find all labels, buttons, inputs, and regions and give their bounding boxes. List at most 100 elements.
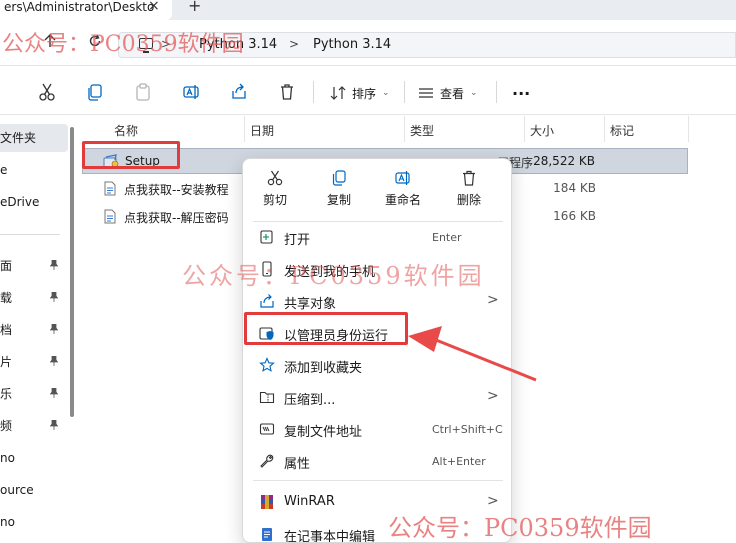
- context-copy-label: 复制: [326, 193, 351, 207]
- sidebar-item-folder[interactable]: 文件夹: [0, 124, 68, 152]
- open-icon: [260, 230, 273, 244]
- more-options-button[interactable]: ...: [512, 79, 530, 99]
- breadcrumb-item[interactable]: Python 3.14: [313, 37, 391, 52]
- column-divider[interactable]: [524, 116, 525, 142]
- toolbar-divider: [404, 81, 405, 103]
- delete-button[interactable]: [276, 81, 298, 103]
- share-icon: [232, 83, 246, 99]
- menu-item-label: 添加到收藏夹: [284, 361, 363, 376]
- cut-button[interactable]: [36, 81, 58, 103]
- sidebar-item-label: 档: [0, 323, 13, 337]
- menu-item-open[interactable]: 打开 Enter: [247, 221, 509, 253]
- pin-icon: [50, 292, 58, 302]
- scissors-icon: [267, 170, 283, 186]
- address-bar[interactable]: > Python 3.14 > Python 3.14: [118, 32, 736, 58]
- annotation-arrow-icon: [408, 326, 537, 382]
- column-divider[interactable]: [604, 116, 605, 142]
- sort-button[interactable]: 排序 ⌄: [330, 83, 390, 103]
- sidebar-scrollbar[interactable]: [70, 127, 74, 417]
- menu-item-properties[interactable]: 属性 Alt+Enter: [247, 445, 509, 477]
- context-cut-button[interactable]: 剪切: [243, 165, 307, 213]
- sidebar-item-downloads[interactable]: 载: [0, 284, 68, 312]
- menu-item-label: WinRAR: [284, 494, 335, 509]
- sidebar-item[interactable]: no: [0, 508, 68, 536]
- sidebar-item-pictures[interactable]: 片: [0, 348, 68, 376]
- phone-icon: [262, 261, 272, 277]
- sidebar-item-label: 面: [0, 259, 13, 273]
- command-bar: 排序 ⌄ 查看 ⌄ ...: [0, 67, 736, 115]
- close-tab-icon[interactable]: ×: [148, 0, 160, 13]
- menu-item-compress[interactable]: 压缩到... >: [247, 381, 509, 413]
- trash-icon: [463, 170, 475, 186]
- copy-button[interactable]: [84, 81, 106, 103]
- column-header-tags[interactable]: 标记: [610, 122, 634, 139]
- menu-item-send-to-phone[interactable]: 发送到我的手机: [247, 253, 509, 285]
- breadcrumb-item[interactable]: Python 3.14: [199, 37, 277, 52]
- context-copy-button[interactable]: 复制: [307, 165, 371, 213]
- new-tab-button[interactable]: +: [188, 0, 201, 15]
- star-icon: [259, 357, 275, 372]
- sidebar-item-label: 文件夹: [0, 131, 37, 145]
- toolbar-divider: [496, 81, 497, 103]
- sort-label: 排序: [352, 86, 377, 101]
- sidebar-item-documents[interactable]: 档: [0, 316, 68, 344]
- toolbar-divider: [313, 81, 314, 103]
- sidebar-item-music[interactable]: 乐: [0, 380, 68, 408]
- menu-item-shortcut: Ctrl+Shift+C: [432, 423, 503, 436]
- rename-icon: [183, 85, 199, 99]
- file-name: 点我获取--解压密码: [124, 211, 229, 225]
- column-header-type[interactable]: 类型: [410, 122, 434, 139]
- pin-icon: [50, 356, 58, 366]
- view-label: 查看: [440, 86, 465, 101]
- column-divider[interactable]: [244, 116, 245, 142]
- menu-item-label: 共享对象: [284, 297, 337, 312]
- menu-item-winrar[interactable]: WinRAR >: [247, 486, 509, 518]
- menu-item-label: 打开: [284, 233, 311, 248]
- menu-item-copy-path[interactable]: 复制文件地址 Ctrl+Shift+C: [247, 413, 509, 445]
- submenu-arrow-icon: >: [487, 493, 499, 509]
- zip-folder-icon: [259, 391, 275, 404]
- column-divider[interactable]: [404, 116, 405, 142]
- sidebar-item-label: 频: [0, 419, 13, 433]
- sidebar-item[interactable]: no: [0, 444, 68, 472]
- context-rename-button[interactable]: 重命名: [371, 165, 435, 213]
- menu-item-label: 属性: [284, 457, 311, 472]
- menu-item-shortcut: Alt+Enter: [432, 455, 486, 468]
- chevron-down-icon: ⌄: [382, 88, 390, 98]
- menu-item-label: 发送到我的手机: [284, 265, 376, 280]
- breadcrumb-separator: >: [289, 37, 300, 51]
- sidebar-item-desktop[interactable]: 面: [0, 252, 68, 280]
- column-header-date[interactable]: 日期: [250, 122, 274, 139]
- clipboard-icon: [136, 83, 150, 101]
- up-arrow-icon[interactable]: [44, 34, 56, 52]
- copy-icon: [88, 84, 102, 101]
- sidebar-item[interactable]: ource: [0, 476, 68, 504]
- sidebar-item-label: 载: [0, 291, 13, 305]
- view-button[interactable]: 查看 ⌄: [418, 83, 478, 103]
- sidebar-divider: [0, 234, 60, 235]
- file-size: 166 KB: [553, 209, 596, 223]
- refresh-icon[interactable]: [88, 34, 102, 52]
- sidebar-item-label: ource: [0, 483, 34, 497]
- sidebar-item-videos[interactable]: 频: [0, 412, 68, 440]
- column-header-name[interactable]: 名称: [114, 122, 138, 139]
- sidebar-item-label: no: [0, 451, 15, 465]
- menu-item-shortcut: Enter: [432, 231, 462, 244]
- share-button[interactable]: [228, 81, 250, 103]
- submenu-arrow-icon: >: [487, 388, 499, 404]
- tab-title: ers\Administrator\Deskto: [4, 0, 155, 14]
- view-icon: [419, 88, 433, 98]
- rename-button[interactable]: [180, 81, 202, 103]
- menu-item-edit-in-notepad[interactable]: 在记事本中编辑: [247, 518, 509, 542]
- context-cut-label: 剪切: [262, 193, 287, 207]
- column-header-size[interactable]: 大小: [530, 122, 554, 139]
- column-divider[interactable]: [688, 116, 689, 142]
- copy-path-icon: [259, 423, 275, 435]
- pin-icon: [50, 420, 58, 430]
- sidebar-item[interactable]: e: [0, 156, 68, 184]
- sidebar-item-onedrive[interactable]: eDrive: [0, 188, 68, 216]
- paste-button[interactable]: [132, 81, 154, 103]
- breadcrumb-separator: >: [161, 37, 172, 51]
- explorer-tab[interactable]: ers\Administrator\Deskto ×: [0, 0, 172, 20]
- context-delete-button[interactable]: 删除: [437, 165, 501, 213]
